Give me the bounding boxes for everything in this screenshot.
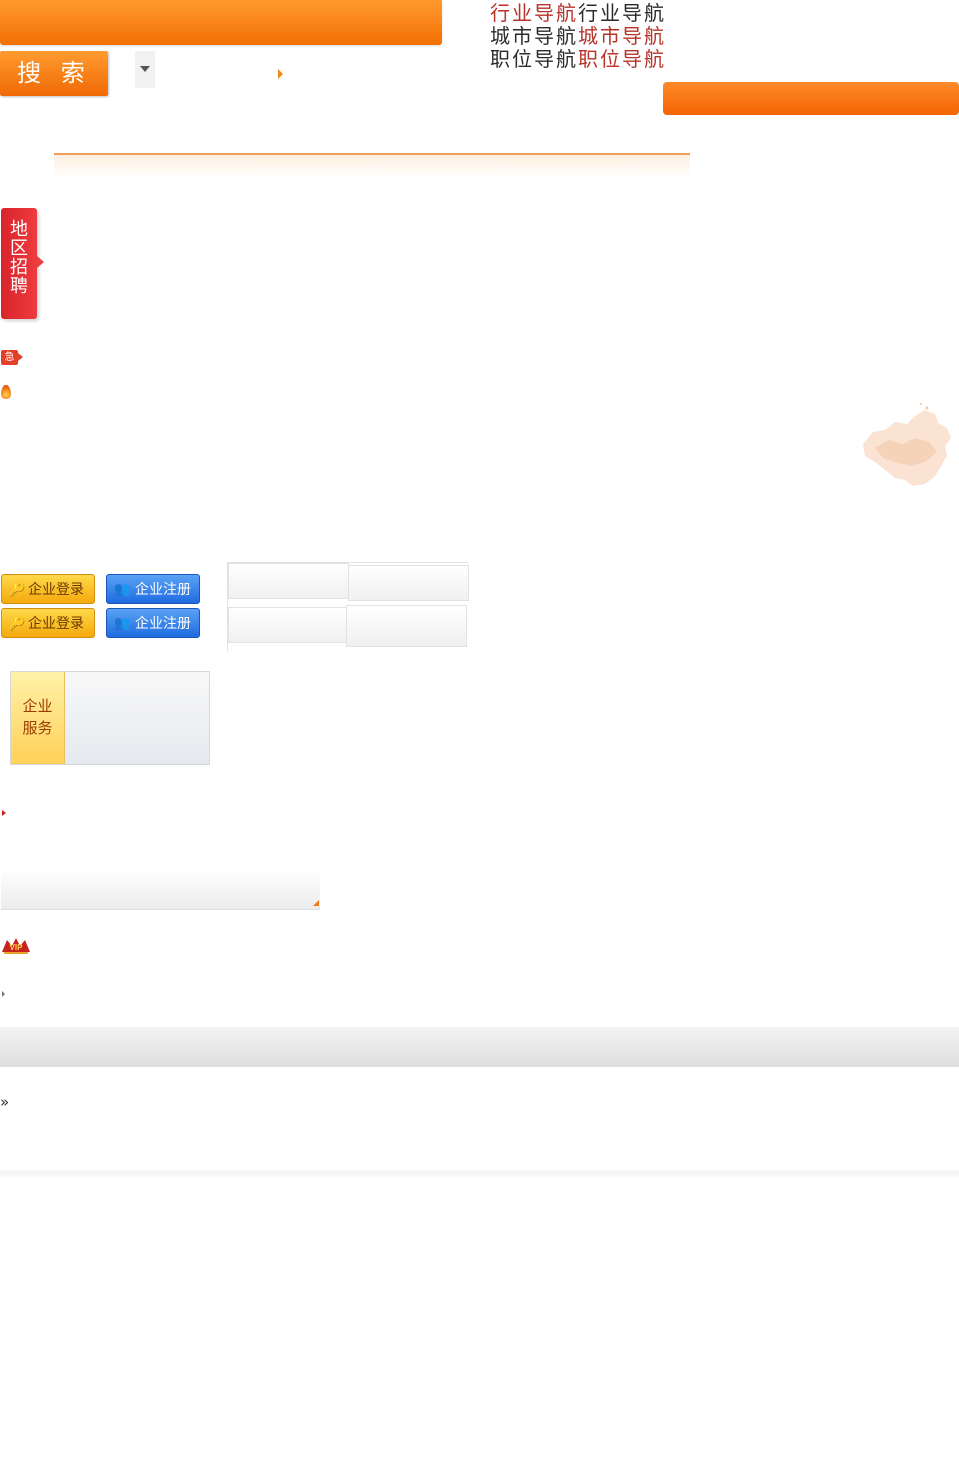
more-link[interactable]: » xyxy=(0,1094,9,1110)
vip-icon: VIP xyxy=(2,938,30,954)
bullet-gray-icon xyxy=(2,991,5,997)
search-bar[interactable] xyxy=(0,0,442,45)
nav-link-city[interactable]: 城市导航 xyxy=(578,24,666,48)
nav-link-industry[interactable]: 行业导航 xyxy=(578,1,666,25)
service-label-line1: 企业 xyxy=(22,697,53,715)
section-divider xyxy=(54,153,690,179)
region-recruit-tab[interactable]: 地区招聘 xyxy=(1,208,44,319)
arrow-right-icon xyxy=(278,69,283,79)
tab-grid xyxy=(227,562,469,651)
svg-text:VIP: VIP xyxy=(10,943,24,952)
enterprise-register-button[interactable]: 👥 企业注册 xyxy=(106,608,200,638)
nav-link-city[interactable]: 城市导航 xyxy=(490,24,578,48)
bullet-red-icon xyxy=(2,810,6,816)
region-recruit-label: 地区招聘 xyxy=(10,219,28,297)
enterprise-login-label: 企业登录 xyxy=(28,616,84,632)
enterprise-service-label[interactable]: 企业 服务 xyxy=(11,672,65,764)
nav-row-city: 城市导航城市导航 xyxy=(490,25,690,47)
china-map-icon xyxy=(863,403,951,486)
urgent-icon: 急 xyxy=(1,350,23,365)
enterprise-register-label: 企业注册 xyxy=(135,582,191,598)
nav-row-industry: 行业导航行业导航 xyxy=(490,2,690,24)
enterprise-register-button[interactable]: 👥 企业注册 xyxy=(106,574,200,604)
users-icon: 👥 xyxy=(114,582,131,597)
footer-divider xyxy=(0,1168,959,1178)
panel-footer xyxy=(1,869,320,910)
grid-tab[interactable] xyxy=(228,607,349,643)
enterprise-register-label: 企业注册 xyxy=(135,616,191,632)
fire-icon xyxy=(1,385,11,399)
service-label-line2: 服务 xyxy=(22,719,53,737)
nav-link-industry[interactable]: 行业导航 xyxy=(490,1,578,25)
grid-tab[interactable] xyxy=(346,605,467,647)
nav-link-job[interactable]: 职位导航 xyxy=(578,47,666,71)
footer-band xyxy=(0,1027,959,1067)
enterprise-login-button[interactable]: 🔑 企业登录 xyxy=(1,608,95,638)
key-icon: 🔑 xyxy=(8,582,26,598)
right-orange-bar xyxy=(663,82,959,115)
enterprise-login-label: 企业登录 xyxy=(28,582,84,598)
grid-tab[interactable] xyxy=(228,563,349,599)
key-icon: 🔑 xyxy=(8,616,26,632)
users-icon: 👥 xyxy=(114,616,131,631)
grid-tab[interactable] xyxy=(348,565,469,601)
nav-link-job[interactable]: 职位导航 xyxy=(490,47,578,71)
search-category-dropdown[interactable] xyxy=(135,51,155,88)
search-button[interactable]: 搜 索 xyxy=(0,51,108,96)
nav-row-job: 职位导航职位导航 xyxy=(490,48,690,70)
enterprise-login-button[interactable]: 🔑 企业登录 xyxy=(1,574,95,604)
corner-orange-icon xyxy=(313,900,319,906)
enterprise-service-box: 企业 服务 xyxy=(10,671,210,765)
